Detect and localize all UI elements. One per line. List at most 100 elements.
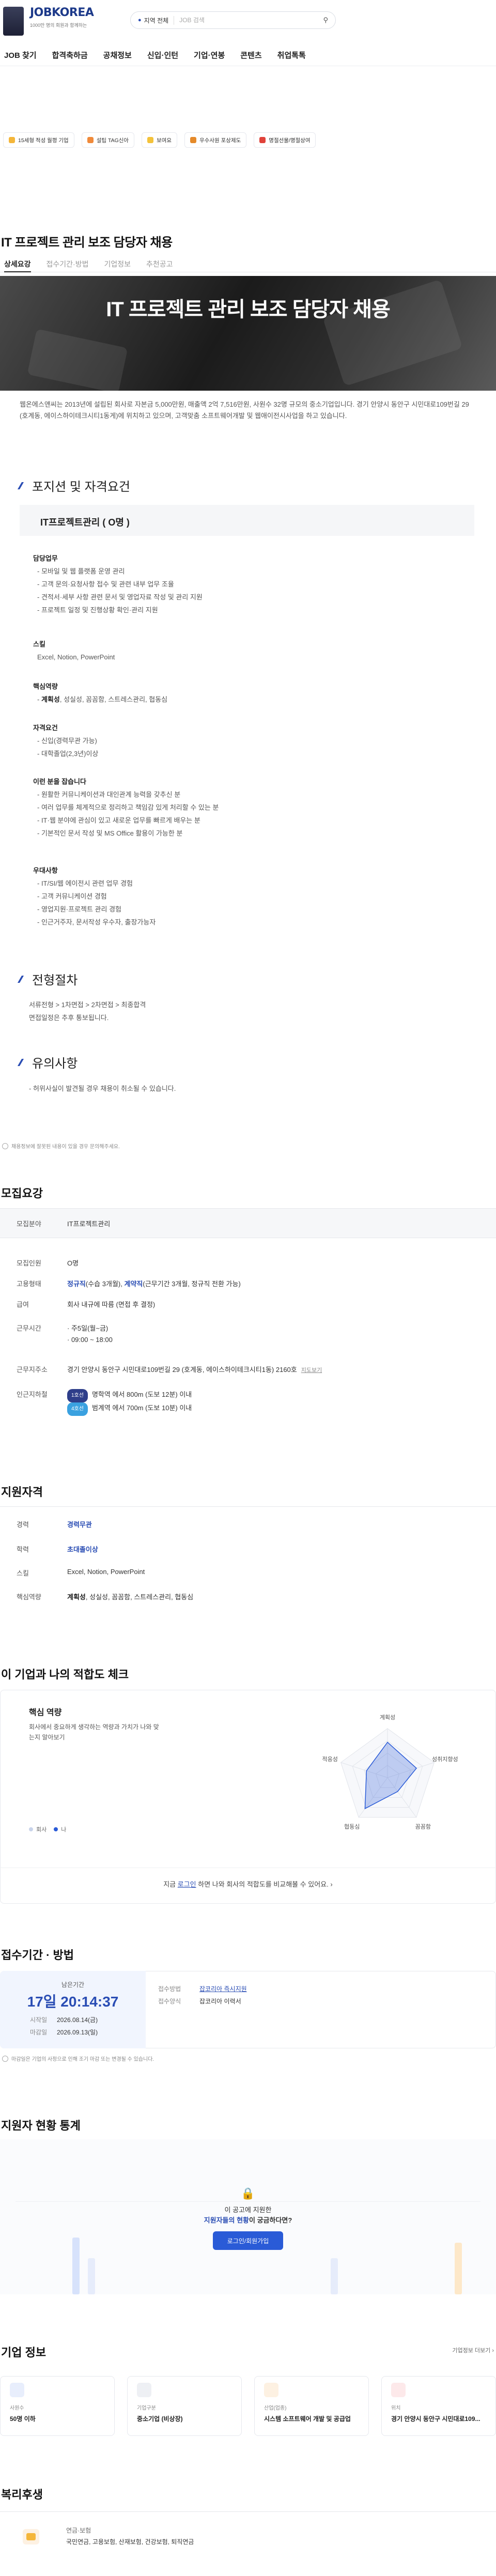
start-label: 시작일: [30, 2016, 48, 2024]
nav-item[interactable]: 취업톡톡: [277, 48, 306, 66]
tab-2[interactable]: 기업정보: [104, 257, 131, 272]
list-item: - IT·웹 분야에 관심이 있고 새로운 업무를 빠르게 배우는 분: [37, 816, 200, 824]
search-input[interactable]: [179, 17, 323, 24]
row-value: 1호선 명학역 에서 800m (도보 12분) 이내 4호선 범계역 에서 700m…: [67, 1389, 192, 1416]
card-label: 기업구분: [137, 2405, 156, 2411]
row-label: 모집인원: [17, 1259, 41, 1267]
search-icon[interactable]: ⚲: [323, 16, 328, 24]
row-label: 스킬: [17, 1569, 29, 1577]
quick-link-chip[interactable]: 15세형 적성 월평 기업: [3, 132, 74, 148]
quick-link-chip[interactable]: 우수사원 포상제도: [184, 132, 247, 148]
list-item: - 여러 업무를 체계적으로 정리하고 책임감 있게 처리할 수 있는 분: [37, 804, 219, 811]
company-info-icon: [264, 2383, 278, 2397]
chevron-right-icon: ›: [492, 2348, 494, 2354]
qualify-row: 스킬 Excel, Notion, PowerPoint: [17, 1568, 145, 1578]
info-icon: [2, 2055, 8, 2062]
recruit-row: 근무시간 · 주5일(월~금) · 09:00 ~ 18:00: [17, 1323, 482, 1346]
fit-title: 이 기업과 나의 적합도 체크: [1, 1668, 129, 1681]
nav-item[interactable]: JOB 찾기: [4, 48, 37, 66]
quick-link-chip[interactable]: 보여요: [142, 132, 178, 148]
nav-item[interactable]: 기업·연봉: [194, 48, 225, 66]
list-item: - 신입(경력무관 가능): [37, 737, 97, 745]
value-text: 경력무관: [67, 1521, 92, 1529]
core-bold: 계획성: [67, 1593, 86, 1601]
tab-0[interactable]: 상세요강: [4, 257, 31, 272]
recruit-row: 모집분야 IT프로젝트관리: [17, 1218, 482, 1230]
fit-login-link[interactable]: 로그인: [178, 1880, 196, 1888]
section-positions-heading: 포지션 및 자격요건: [17, 476, 130, 495]
card-label: 산업(업종): [264, 2405, 287, 2411]
stats-overlay-line2: 지원자들의 현황이 궁금하다면?: [204, 2216, 292, 2224]
divider: [0, 1506, 496, 1507]
blur-bar: [331, 2258, 338, 2294]
list-item: - IT/SI/웹 에이전시 관련 업무 경험: [37, 880, 133, 887]
main-navigation: JOB 찾기 합격축하금 공채정보 신입·인턴 기업·연봉 콘텐츠 취업톡톡: [0, 48, 496, 66]
section-process-heading: 전형절차: [17, 970, 78, 988]
tag-icon: [147, 137, 154, 143]
company-info-card: 위치 경기 안양시 동안구 시민대로109...: [381, 2376, 496, 2436]
lock-icon: 🔒: [241, 2187, 255, 2200]
tag-icon: [87, 137, 94, 143]
employment-type: 정규직: [67, 1280, 86, 1288]
blur-bar: [72, 2238, 80, 2294]
remain-time: 17일 20:14:37: [27, 1994, 119, 2010]
list-item: - 영업지원·프로젝트 관리 경험: [37, 905, 122, 913]
hero-decoration: [27, 329, 128, 391]
nav-item[interactable]: 합격축하금: [52, 48, 88, 66]
nav-item[interactable]: 공채정보: [103, 48, 132, 66]
nav-item[interactable]: 콘텐츠: [240, 48, 261, 66]
tab-1[interactable]: 접수기간·방법: [47, 257, 89, 272]
row-label: 인근지하철: [17, 1391, 48, 1398]
welfare-items: 국민연금, 고용보험, 산재보험, 건강보험, 퇴직연금: [66, 2538, 194, 2546]
quick-links: 15세형 적성 월평 기업 설팁 TAG신아 보여요 우수사원 포상제도 명절선물/명절…: [0, 132, 496, 148]
quick-link-chip[interactable]: 명절선물/명절상여: [254, 132, 316, 148]
quick-link-label: 우수사원 포상제도: [199, 137, 241, 144]
value-text: 초대졸이상: [67, 1546, 98, 1553]
company-info-icon: [391, 2383, 406, 2397]
qualification-block: 자격요건 - 신입(경력무관 가능) - 대학졸업(2,3년)이상: [33, 721, 98, 760]
value-text: IT프로젝트관리: [67, 1220, 111, 1228]
subway-line: 1호선 명학역 에서 800m (도보 12분) 이내: [67, 1389, 192, 1402]
value-text: 회사 내규에 따름 (면접 후 결정): [67, 1301, 156, 1308]
card-value: 중소기업 (비상장): [137, 2415, 183, 2423]
method-value[interactable]: 잡코리아 즉시지원: [199, 1984, 247, 1993]
blur-gridline: [16, 2201, 481, 2202]
fit-subtitle: 핵심 역량: [29, 1708, 62, 1717]
row-label: 학력: [17, 1546, 29, 1553]
row-label: 모집분야: [17, 1220, 41, 1228]
nav-item[interactable]: 신입·인턴: [147, 48, 178, 66]
welfare-category: 연금·보험: [66, 2527, 91, 2534]
login-signup-button[interactable]: 로그인/회원가입: [213, 2231, 283, 2250]
row-value: 초대졸이상: [67, 1544, 98, 1554]
region-label: 지역 전체: [144, 17, 169, 24]
duty-block: 담당업무 - 모바일 및 웹 플랫폼 운영 관리 - 고객 문의·요청사항 접수 …: [33, 552, 203, 616]
search-bar: ● 지역 전체 ⚲: [130, 11, 336, 29]
list-item: - 대학졸업(2,3년)이상: [37, 750, 99, 758]
employment-detail: (근무기간 3개월, 정규직 전환 가능): [143, 1280, 241, 1288]
quick-link-chip[interactable]: 설팁 TAG신아: [81, 132, 135, 148]
site-header: JOBKOREA 1000만 명의 회원과 함께하는 ● 지역 전체 ⚲: [0, 0, 496, 40]
form-value: 잡코리아 이력서: [199, 1998, 241, 2005]
value-text: 경기 안양시 동안구 시민대로109번길 29 (호계동, 에이스하이테크시티1…: [67, 1366, 297, 1374]
card-value: 50명 이하: [10, 2415, 36, 2423]
quick-link-label: 설팁 TAG신아: [96, 137, 129, 144]
info-icon: [2, 1143, 8, 1149]
row-value: · 주5일(월~금) · 09:00 ~ 18:00: [67, 1323, 113, 1346]
detail-tabs: 상세요강 접수기간·방법 기업정보 추천공고: [0, 257, 496, 272]
subway-badge: 1호선: [67, 1389, 88, 1402]
recruit-title: 모집요강: [1, 1187, 43, 1200]
logo-text[interactable]: JOBKOREA: [30, 6, 94, 19]
recruit-row: 모집인원 O명: [17, 1258, 482, 1269]
preferred-block: 이런 분을 잡습니다 - 원활한 커뮤니케이션과 대인관계 능력을 갖추신 분-…: [33, 775, 219, 840]
map-link[interactable]: 지도보기: [301, 1367, 322, 1374]
recruit-row: 인근지하철 1호선 명학역 에서 800m (도보 12분) 이내 4호선 범계역 에서…: [17, 1389, 482, 1416]
region-selector[interactable]: ● 지역 전체: [138, 16, 175, 25]
fit-legend: 회사 나: [29, 1825, 66, 1833]
tab-3[interactable]: 추천공고: [146, 257, 173, 272]
radar-axis-label: 성취지향성: [432, 1756, 458, 1763]
section-mark-icon: [17, 482, 29, 489]
skill-block: 스킬 Excel, Notion, PowerPoint: [33, 640, 115, 661]
report-notice[interactable]: 채용정보에 잘못된 내용이 있을 경우 문의해주세요.: [2, 1142, 120, 1150]
notice-text: - 허위사실이 발견될 경우 채용이 취소될 수 있습니다.: [29, 1085, 176, 1092]
company-more-link[interactable]: 기업정보 더보기 ›: [452, 2346, 494, 2354]
